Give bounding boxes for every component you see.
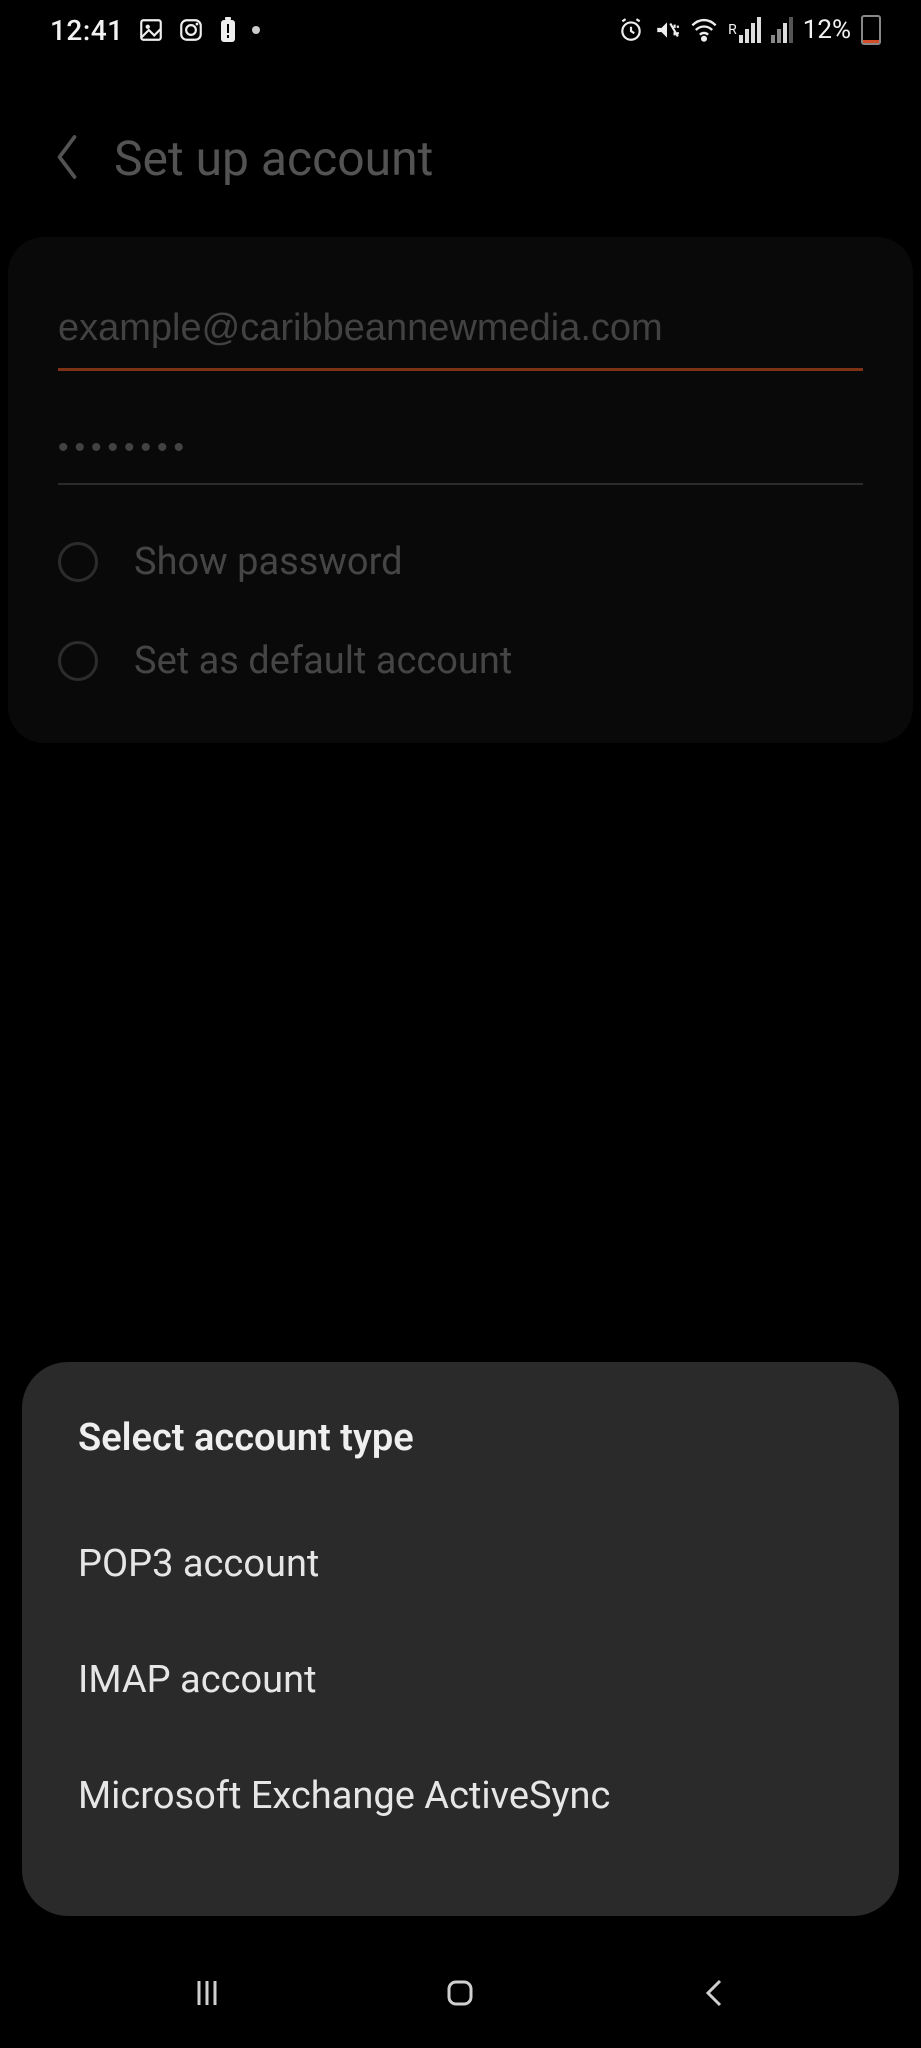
set-default-label: Set as default account [134,639,512,683]
status-bar: 12:41 R [0,0,921,60]
battery-percent-text: 12% [803,15,851,45]
signal-roaming-icon: R [728,17,761,43]
account-type-sheet: Select account type POP3 account IMAP ac… [22,1362,899,1916]
status-time: 12:41 [50,14,124,47]
option-exchange[interactable]: Microsoft Exchange ActiveSync [78,1738,843,1854]
status-right-cluster: R 12% [618,15,881,45]
instagram-icon [178,17,204,43]
app-header: Set up account [0,60,921,237]
sheet-title: Select account type [78,1416,843,1460]
back-button[interactable] [50,132,84,186]
image-icon [138,17,164,43]
show-password-checkbox[interactable] [58,542,98,582]
battery-low-alert-icon [218,16,238,44]
recents-button[interactable] [167,1953,247,2033]
option-pop3[interactable]: POP3 account [78,1506,843,1622]
more-notifications-dot-icon [252,26,260,34]
system-nav-bar [0,1938,921,2048]
back-nav-button[interactable] [674,1953,754,2033]
vibrate-mute-icon [654,17,680,43]
battery-icon [861,15,881,45]
home-button[interactable] [420,1953,500,2033]
email-field[interactable] [58,297,863,371]
signal-bars-icon [771,17,793,43]
set-default-checkbox[interactable] [58,641,98,681]
wifi-icon [690,17,718,43]
alarm-icon [618,17,644,43]
show-password-label: Show password [134,540,403,584]
account-form-card: Show password Set as default account [8,237,913,743]
password-field[interactable] [58,421,863,485]
option-imap[interactable]: IMAP account [78,1622,843,1738]
status-left-cluster: 12:41 [50,14,260,47]
page-title: Set up account [114,130,433,187]
